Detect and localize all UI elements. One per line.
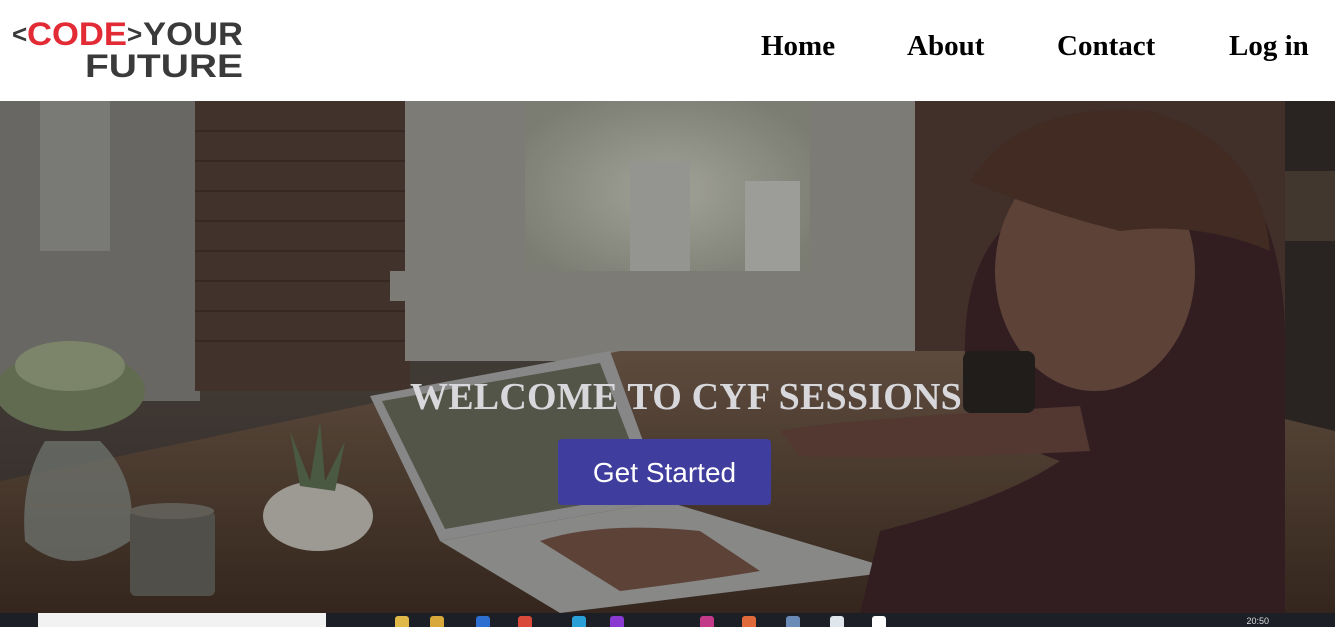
app-icon-3[interactable] (786, 616, 800, 627)
app-icon[interactable] (610, 616, 624, 627)
vscode-icon[interactable] (572, 616, 586, 627)
nav-log-in[interactable]: Log in (1229, 30, 1309, 63)
nav-contact[interactable]: Contact (1057, 30, 1155, 63)
mail-icon[interactable] (476, 616, 490, 627)
instagram-icon[interactable] (700, 616, 714, 627)
hero-background-photo (0, 101, 1335, 613)
nav-about[interactable]: About (907, 30, 984, 63)
app-icon-2[interactable] (742, 616, 756, 627)
nav-home[interactable]: Home (761, 30, 835, 63)
chrome-icon[interactable] (518, 616, 532, 627)
site-header: < CODE > YOUR FUTURE Home About Contact … (0, 0, 1335, 101)
hero-title: WELCOME TO CYF SESSIONS (410, 376, 962, 418)
taskbar-clock: 20:50 (1246, 616, 1269, 626)
main-nav: Home About Contact Log in (0, 30, 1335, 70)
file-explorer-icon[interactable] (395, 616, 409, 627)
get-started-button[interactable]: Get Started (558, 439, 771, 505)
app-icon-4[interactable] (830, 616, 844, 627)
hero-section: WELCOME TO CYF SESSIONS Get Started (0, 101, 1335, 613)
folder-icon[interactable] (430, 616, 444, 627)
taskbar-search-box[interactable] (38, 613, 326, 627)
app-icon-5[interactable] (872, 616, 886, 627)
windows-taskbar: 20:50 (0, 613, 1335, 627)
